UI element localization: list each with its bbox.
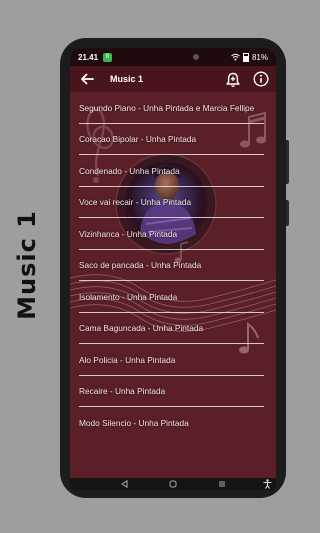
triangle-back-icon <box>120 480 128 488</box>
song-title: Modo Silencio - Unha Pintada <box>79 417 189 428</box>
list-item[interactable]: Cama Baguncada - Unha Pintada <box>70 313 276 345</box>
status-time: 21.41 <box>78 52 99 62</box>
side-title-text: Music 1 <box>13 210 42 320</box>
song-title: Isolamento - Unha Pintada <box>79 291 178 302</box>
song-title: Vizinhanca - Unha Pintada <box>79 228 178 239</box>
front-camera <box>193 54 199 60</box>
song-title: Voce vai recair - Unha Pintada <box>79 197 192 208</box>
back-arrow-icon <box>81 73 94 85</box>
song-title: Coracao Bipolar - Unha Pintada <box>79 134 197 145</box>
list-item[interactable]: Modo Silencio - Unha Pintada <box>70 407 276 439</box>
battery-level: 81% <box>251 52 268 62</box>
wifi-icon <box>231 53 240 61</box>
phone-volume-button <box>286 140 289 184</box>
nav-home-button[interactable] <box>168 479 178 489</box>
list-item[interactable]: Segundo Piano - Unha Pintada e Marcia Fe… <box>70 92 276 124</box>
add-alarm-button[interactable] <box>224 70 242 88</box>
nav-recents-button[interactable] <box>217 479 227 489</box>
list-item[interactable]: Voce vai recair - Unha Pintada <box>70 187 276 219</box>
list-item[interactable]: Condenado - Unha Pintada <box>70 155 276 187</box>
status-icons: 81% <box>231 52 268 62</box>
song-title: Condenado - Unha Pintada <box>79 165 180 176</box>
app-toolbar: Music 1 <box>70 66 276 92</box>
accessibility-icon <box>263 479 271 489</box>
song-title: Cama Baguncada - Unha Pintada <box>79 323 204 334</box>
info-icon <box>253 71 269 87</box>
phone-screen: 21.41 8 81% Music 1 Segundo Piano - Unha… <box>70 48 276 490</box>
info-button[interactable] <box>252 70 270 88</box>
list-item[interactable]: Alo Policia - Unha Pintada <box>70 344 276 376</box>
system-nav-bar <box>70 478 276 490</box>
list-item[interactable]: Saco de pancada - Unha Pintada <box>70 250 276 282</box>
list-item[interactable]: Vizinhanca - Unha Pintada <box>70 218 276 250</box>
toolbar-title: Music 1 <box>110 74 144 84</box>
song-title: Segundo Piano - Unha Pintada e Marcia Fe… <box>79 102 255 113</box>
song-title: Alo Policia - Unha Pintada <box>79 354 176 365</box>
list-item[interactable]: Isolamento - Unha Pintada <box>70 281 276 313</box>
notification-badge: 8 <box>103 52 113 62</box>
home-circle-icon <box>169 480 177 488</box>
side-title: Music 1 <box>4 195 50 335</box>
status-bar: 21.41 8 81% <box>70 48 276 66</box>
nav-back-button[interactable] <box>119 479 129 489</box>
battery-icon <box>242 52 249 62</box>
song-list-area: Segundo Piano - Unha Pintada e Marcia Fe… <box>70 92 276 478</box>
list-item[interactable]: Recaire - Unha Pintada <box>70 376 276 408</box>
song-title: Recaire - Unha Pintada <box>79 386 166 397</box>
phone-power-button <box>286 200 289 226</box>
toolbar-actions <box>224 70 270 88</box>
song-title: Saco de pancada - Unha Pintada <box>79 260 202 271</box>
song-list: Segundo Piano - Unha Pintada e Marcia Fe… <box>70 92 276 439</box>
accessibility-button[interactable] <box>262 479 272 489</box>
recents-icon <box>218 481 225 487</box>
alarm-add-icon <box>226 72 240 87</box>
list-item[interactable]: Coracao Bipolar - Unha Pintada <box>70 124 276 156</box>
back-button[interactable] <box>78 70 96 88</box>
